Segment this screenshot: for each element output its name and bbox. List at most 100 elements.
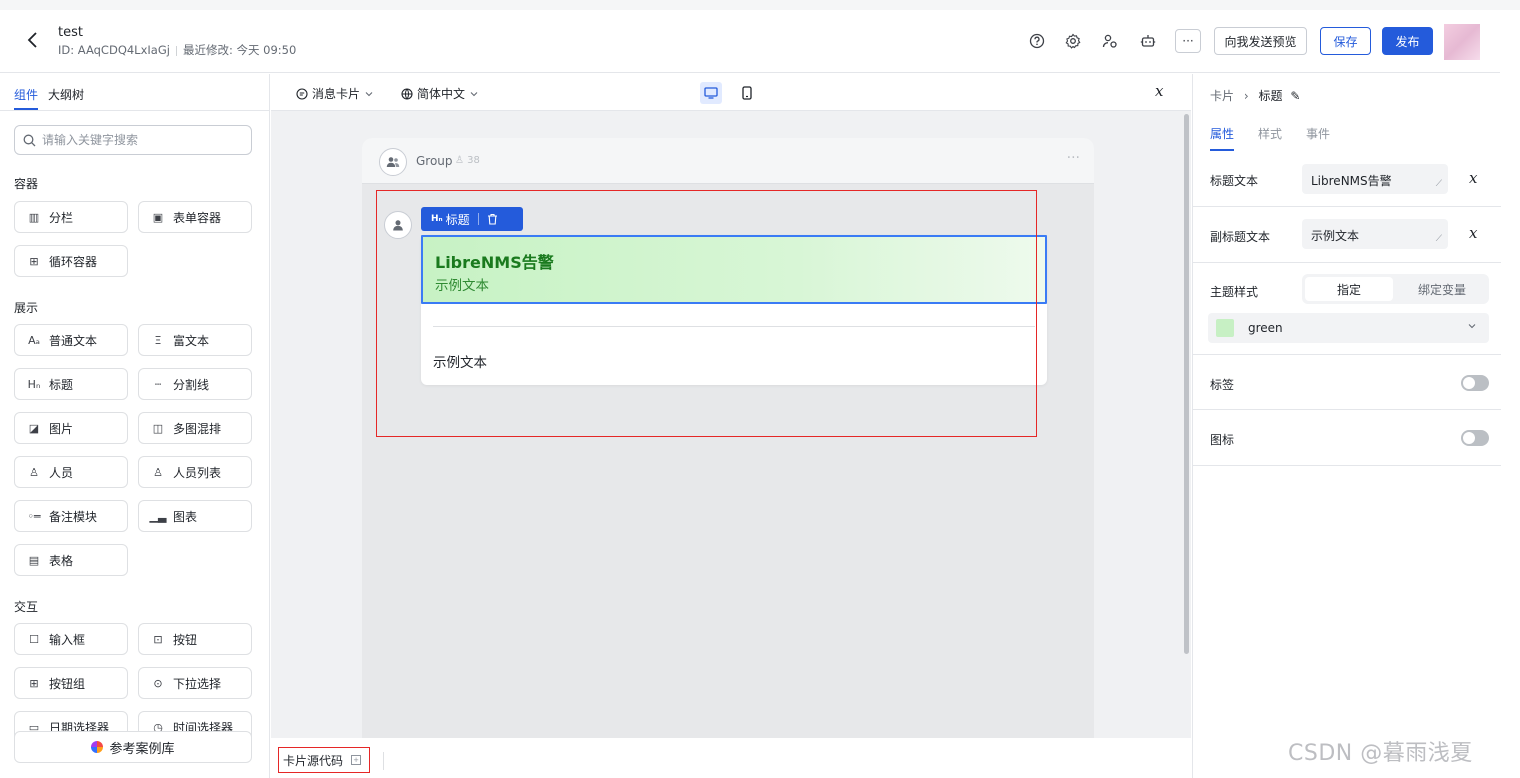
tab-outline-tree[interactable]: 大纲树 [48,86,84,103]
people-icon: ♙ [153,465,163,479]
component-multi-image[interactable]: ◫ 多图混排 [138,412,252,444]
section-interact: 交互 [14,600,39,614]
page-title: test [58,25,83,40]
dropdown-icon: ⊙ [153,676,163,690]
theme-mode-variable[interactable]: 绑定变量 [1398,277,1486,301]
component-person[interactable]: ♙ 人员 [14,456,128,488]
desktop-preview-button[interactable] [700,82,722,104]
breadcrumb-root[interactable]: 卡片 [1210,89,1234,103]
icon-label: 图标 [1210,433,1235,447]
tag-row: 标签 [1193,355,1501,410]
component-loop-container[interactable]: ⊞ 循环容器 [14,245,128,277]
send-preview-button[interactable]: 向我发送预览 [1214,27,1307,55]
publish-button[interactable]: 发布 [1382,27,1433,55]
card-type-select[interactable]: 消息卡片 [296,85,374,102]
group-name: Group [416,154,453,168]
back-button[interactable] [26,28,46,52]
card-source-code-button[interactable]: 卡片源代码 + [278,747,370,773]
title-text-row: 标题文本 LibreNMS告警 ⟋ x [1193,152,1501,207]
component-input[interactable]: ☐ 输入框 [14,623,128,655]
component-plain-text[interactable]: Aₐ 普通文本 [14,324,128,356]
section-display: 展示 [14,301,39,315]
chevron-down-icon [470,91,478,96]
user-avatar[interactable] [1444,24,1480,60]
property-tabs: 属性 样式 事件 [1210,125,1330,151]
watermark: CSDN @暮雨浅夏 [1288,741,1473,766]
search-input[interactable] [42,133,232,147]
bottom-bar: 卡片源代码 + [271,738,1191,778]
input-icon: ☐ [29,632,39,646]
resize-icon: ⟋ [1435,234,1442,244]
language-select[interactable]: 简体中文 [401,85,479,102]
breadcrumb-current: 标题 [1258,89,1283,103]
mobile-preview-button[interactable] [736,82,758,104]
tab-style[interactable]: 样式 [1258,125,1282,142]
help-icon [1029,33,1045,49]
user-share-icon [1102,34,1117,48]
component-image[interactable]: ◪ 图片 [14,412,128,444]
property-panel: 卡片 › 标题 ✎ 属性 样式 事件 标题文本 LibreNMS告警 ⟋ x 副标… [1192,74,1501,778]
canvas-scrollbar[interactable] [1184,114,1189,654]
columns-icon: ▥ [28,210,40,224]
resize-icon: ⟋ [1435,179,1442,189]
bot-button[interactable] [1138,31,1158,51]
form-icon: ▣ [152,210,164,224]
rich-text-icon: Ξ [154,333,162,347]
more-icon: ··· [1182,34,1194,48]
help-button[interactable] [1027,31,1047,51]
component-person-list[interactable]: ♙ 人员列表 [138,456,252,488]
save-button[interactable]: 保存 [1320,27,1371,55]
title-text-label: 标题文本 [1210,174,1259,188]
component-note[interactable]: ◦═ 备注模块 [14,500,128,532]
theme-color-select[interactable]: green [1208,313,1489,343]
subtitle-variable-button[interactable]: x [1469,224,1477,242]
icon-toggle[interactable] [1461,430,1489,446]
page-meta: ID: AAqCDQ4LxIaGj 最近修改: 今天 09:50 [58,42,296,58]
component-divider[interactable]: ┄ 分割线 [138,368,252,400]
message-icon [296,87,308,100]
group-more-icon[interactable]: ··· [1067,150,1080,166]
component-chart[interactable]: ▁▃ 图表 [138,500,252,532]
component-button-group[interactable]: ⊞ 按钮组 [14,667,128,699]
breadcrumb: 卡片 › 标题 ✎ [1210,87,1300,104]
case-library-icon [91,741,104,753]
tag-toggle[interactable] [1461,375,1489,391]
breadcrumb-separator-icon: › [1243,89,1249,103]
component-table[interactable]: ▤ 表格 [14,544,128,576]
edit-icon[interactable]: ✎ [1290,89,1300,103]
tag-label: 标签 [1210,378,1235,392]
subtitle-text-label: 副标题文本 [1210,230,1271,244]
component-button[interactable]: ⊡ 按钮 [138,623,252,655]
card-id: ID: AAqCDQ4LxIaGj [58,43,170,57]
tab-properties[interactable]: 属性 [1210,125,1235,151]
color-swatch [1216,319,1234,337]
title-variable-button[interactable]: x [1469,169,1477,187]
settings-button[interactable] [1063,31,1083,51]
subtitle-text-row: 副标题文本 示例文本 ⟋ x [1193,207,1501,263]
case-library-button[interactable]: 参考案例库 [14,731,252,763]
theme-mode-fixed[interactable]: 指定 [1305,277,1393,301]
component-columns[interactable]: ▥ 分栏 [14,201,128,233]
component-dropdown[interactable]: ⊙ 下拉选择 [138,667,252,699]
collaborators-button[interactable] [1100,31,1120,51]
chevron-left-icon [27,32,37,48]
divider-icon: ┄ [154,377,162,391]
tab-events[interactable]: 事件 [1306,125,1330,142]
variable-fx-button[interactable]: x [1155,82,1163,100]
component-form-container[interactable]: ▣ 表单容器 [138,201,252,233]
component-heading[interactable]: Hₙ 标题 [14,368,128,400]
robot-icon [1140,35,1156,47]
multi-image-icon: ◫ [152,421,164,435]
component-rich-text[interactable]: Ξ 富文本 [138,324,252,356]
chart-icon: ▁▃ [149,509,167,523]
more-button[interactable]: ··· [1175,29,1201,53]
tab-components[interactable]: 组件 [14,86,39,110]
chat-group-header: Group ♙ 38 ··· [362,138,1094,184]
left-tabs: 组件 大纲树 [14,86,84,110]
subtitle-text-input[interactable]: 示例文本 ⟋ [1302,219,1448,249]
globe-icon [401,87,413,100]
mobile-icon [742,86,752,100]
title-text-input[interactable]: LibreNMS告警 ⟋ [1302,164,1448,194]
component-panel: 组件 大纲树 容器 ▥分栏 ▣表单容器 ⊞循环容器 展示 Aₐ普通文本 Ξ富文本… [0,74,270,778]
theme-style-label: 主题样式 [1210,285,1259,299]
